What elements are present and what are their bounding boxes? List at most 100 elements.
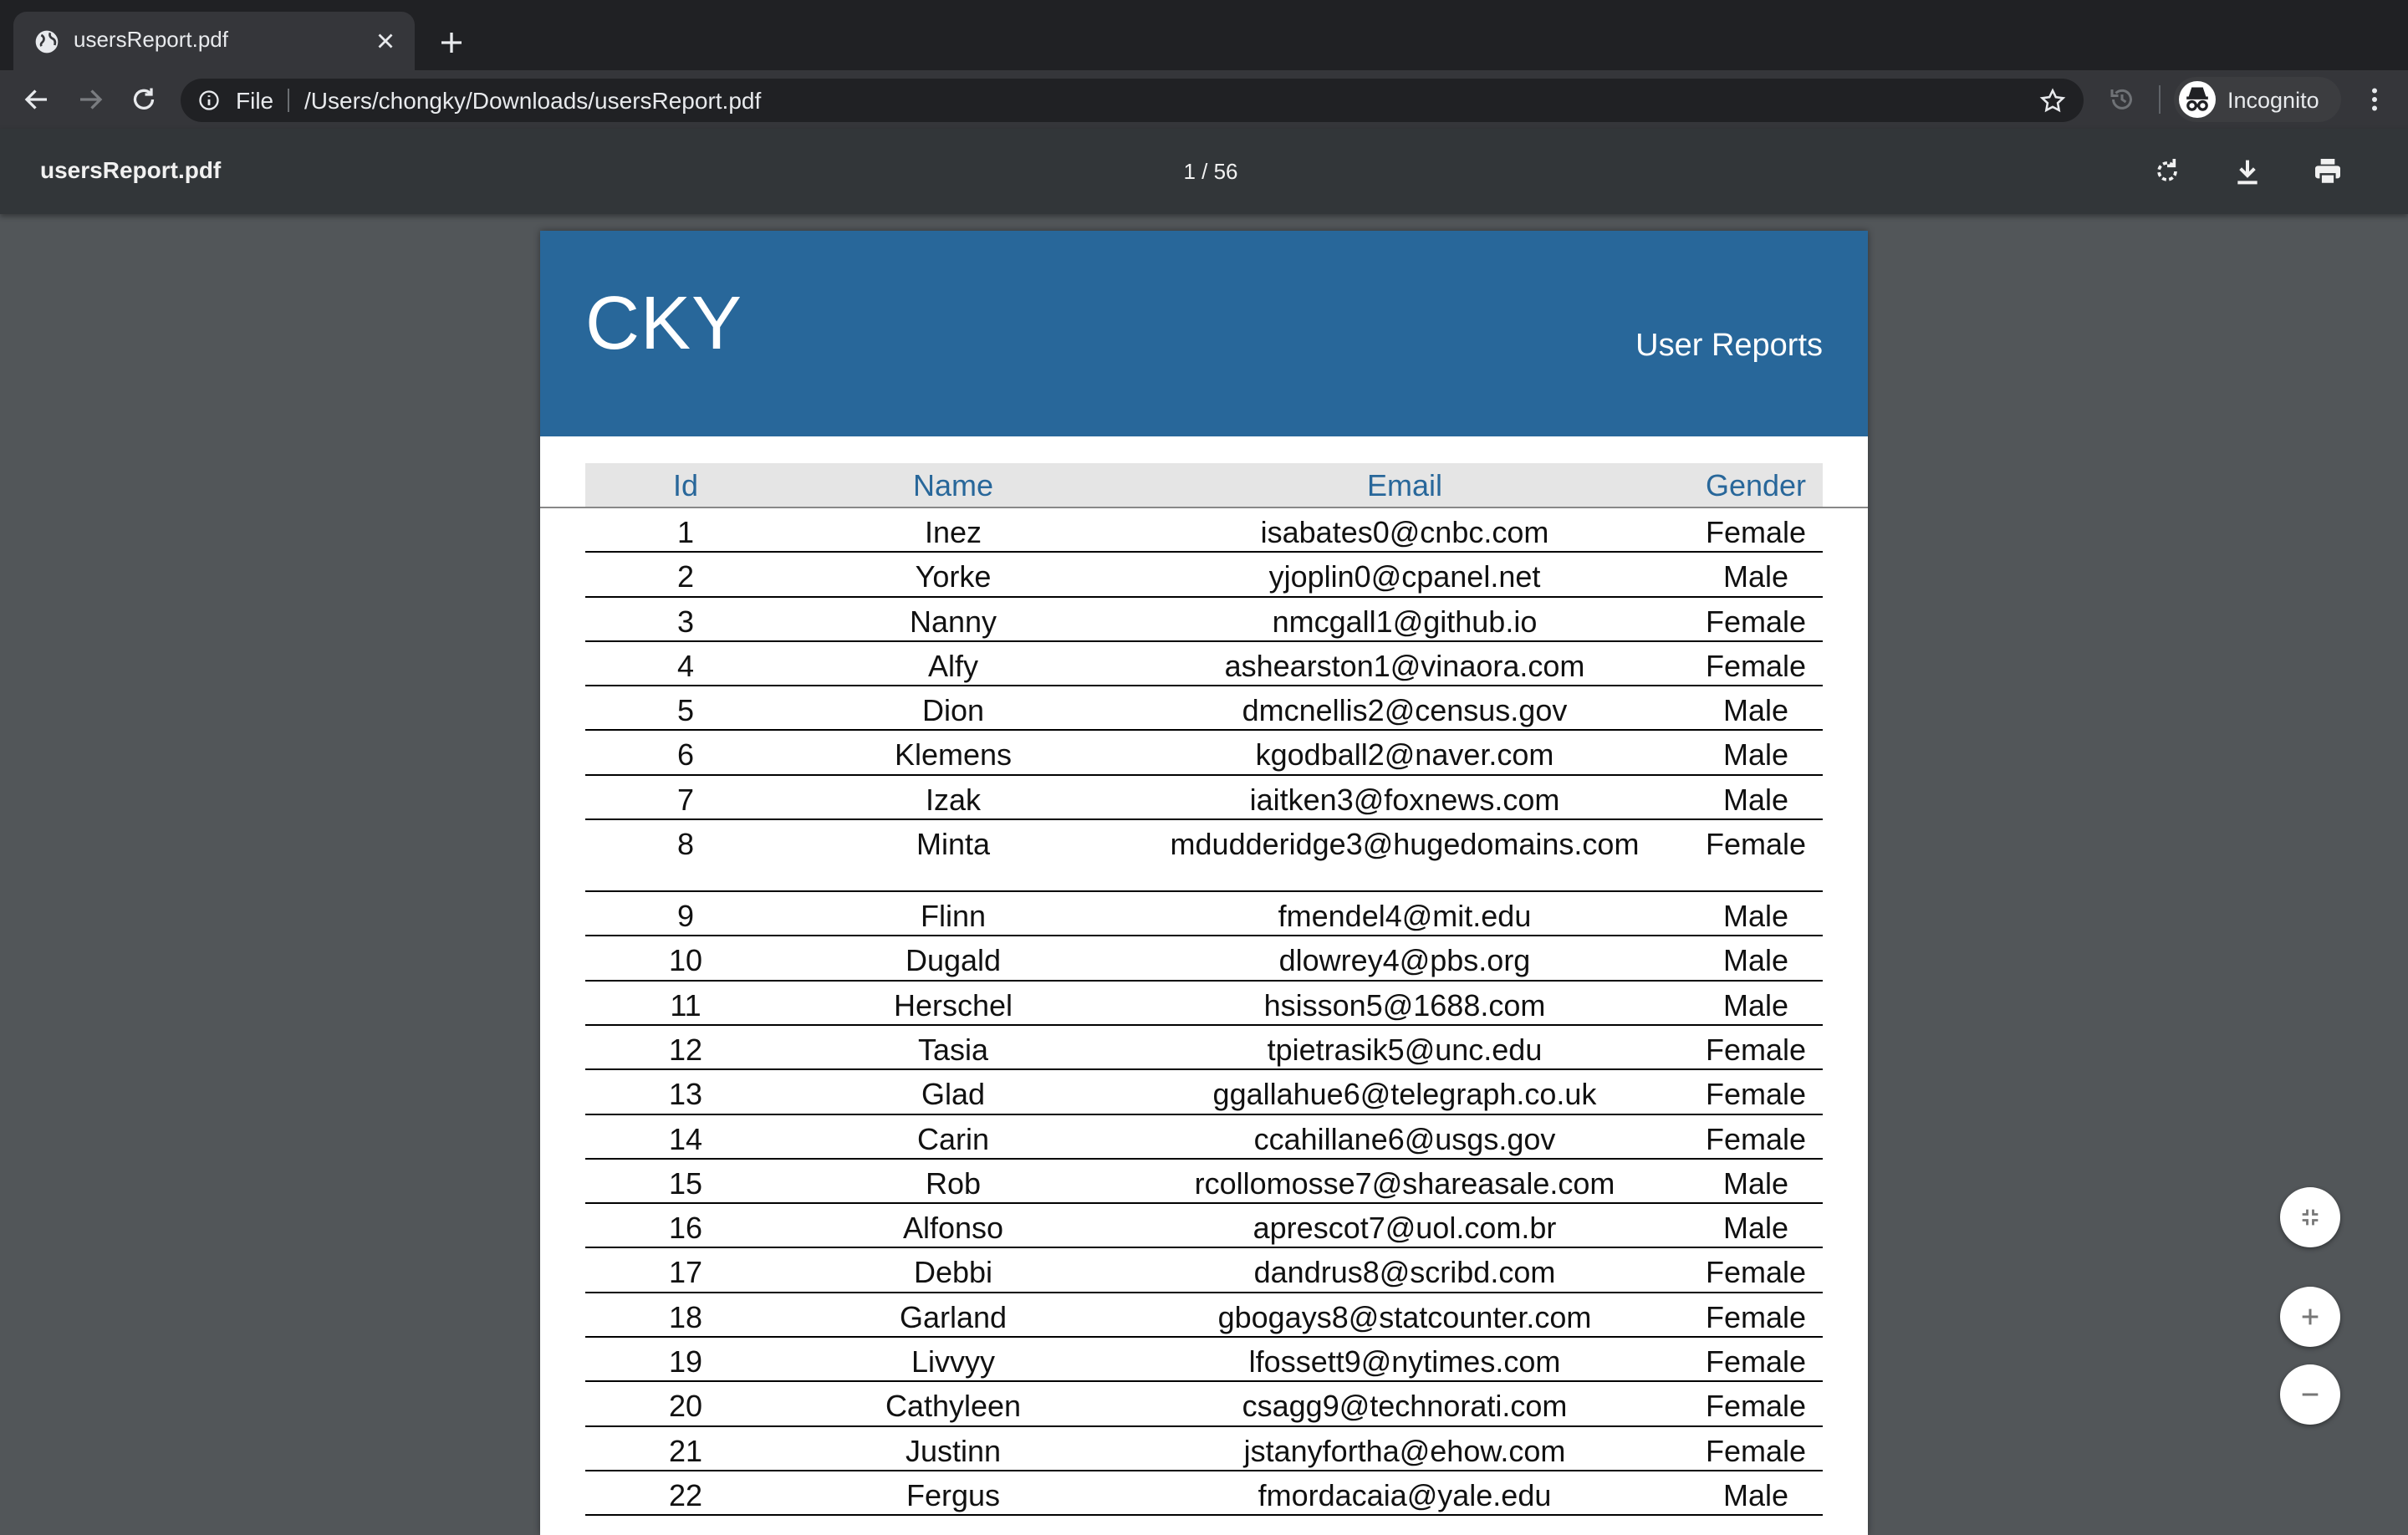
cell-name: Izak — [925, 782, 982, 817]
back-icon[interactable] — [22, 84, 52, 115]
cell-gender: Female — [1705, 1389, 1807, 1424]
cell-name: Alfonso — [902, 1211, 1004, 1246]
pdf-page: CKY User Reports Id Name Email Gender 1 I… — [540, 231, 1868, 1535]
table-row: 6 Klemens kgodball2@naver.com Male — [585, 731, 1823, 776]
cell-id: 15 — [668, 1165, 703, 1201]
browser-toolbar: File /Users/chongky/Downloads/usersRepor… — [0, 70, 2408, 129]
cell-id: 19 — [668, 1344, 703, 1379]
table-row: 5 Dion dmcnellis2@census.gov Male — [585, 686, 1823, 732]
download-icon[interactable] — [2231, 155, 2264, 188]
table-row: 7 Izak iaitken3@foxnews.com Male — [585, 776, 1823, 821]
table-row: 19 Livvyy lfossett9@nytimes.com Female — [585, 1338, 1823, 1383]
cell-gender: Female — [1705, 1077, 1807, 1112]
tab-usersreport[interactable]: usersReport.pdf — [13, 12, 415, 70]
table-row: 10 Dugald dlowrey4@pbs.org Male — [585, 936, 1823, 982]
cell-id: 5 — [676, 693, 695, 728]
brand-logo-text: CKY — [585, 282, 743, 365]
incognito-label: Incognito — [2227, 88, 2319, 113]
cell-name: Alfy — [927, 648, 978, 683]
cell-id: 9 — [676, 899, 695, 934]
report-title: User Reports — [1635, 328, 1823, 363]
zoom-out-button[interactable] — [2280, 1364, 2340, 1425]
table-row: 17 Debbi dandrus8@scribd.com Female — [585, 1248, 1823, 1293]
address-bar[interactable]: File /Users/chongky/Downloads/usersRepor… — [181, 79, 2084, 122]
table-row: 22 Fergus fmordacaia@yale.edu Male — [585, 1471, 1823, 1517]
table-header: Id Name Email Gender — [585, 463, 1823, 507]
fit-to-page-button[interactable] — [2280, 1187, 2340, 1247]
cell-gender: Female — [1705, 827, 1807, 862]
cell-name: Klemens — [894, 737, 1013, 773]
cell-name: Livvyy — [911, 1344, 996, 1379]
column-header-id: Id — [672, 468, 699, 502]
report-header: CKY User Reports — [540, 231, 1868, 436]
cell-gender: Male — [1722, 693, 1789, 728]
incognito-icon — [2186, 87, 2208, 111]
bookmark-star-icon[interactable] — [2038, 87, 2067, 115]
column-header-name: Name — [912, 468, 994, 502]
info-icon[interactable] — [197, 89, 221, 112]
table-row: 2 Yorke yjoplin0@cpanel.net Male — [585, 553, 1823, 598]
table-body: 1 Inez isabates0@cnbc.com Female 2 Yorke yjopl… — [585, 508, 1823, 1517]
globe-icon — [35, 30, 59, 54]
cell-gender: Male — [1722, 782, 1789, 817]
cell-id: 11 — [670, 987, 701, 1022]
reload-icon[interactable] — [129, 84, 159, 115]
cell-gender: Female — [1705, 1032, 1807, 1067]
cell-id: 14 — [668, 1121, 703, 1156]
table-row: 8 Minta mdudderidge3@hugedomains.com Female — [585, 820, 1823, 893]
cell-id: 18 — [668, 1299, 703, 1334]
cell-id: 3 — [676, 604, 695, 639]
fit-page-icon — [2302, 1209, 2319, 1226]
cell-id: 16 — [668, 1211, 703, 1246]
table-row: 1 Inez isabates0@cnbc.com Female — [585, 508, 1823, 553]
zoom-in-button[interactable] — [2280, 1287, 2340, 1347]
cell-gender: Male — [1722, 899, 1789, 934]
cell-name: Dion — [921, 693, 985, 728]
table-row: 16 Alfonso aprescot7@uol.com.br Male — [585, 1204, 1823, 1249]
forward-icon[interactable] — [75, 84, 105, 115]
table-row: 4 Alfy ashearston1@vinaora.com Female — [585, 642, 1823, 687]
cell-gender: Female — [1705, 604, 1807, 639]
cell-id: 1 — [676, 515, 695, 549]
url-text[interactable]: /Users/chongky/Downloads/usersReport.pdf — [304, 88, 761, 115]
cell-id: 12 — [668, 1032, 703, 1067]
rotate-icon[interactable] — [2150, 155, 2184, 188]
close-tab-icon[interactable] — [373, 28, 398, 54]
cell-gender: Male — [1722, 943, 1789, 978]
cell-id: 20 — [668, 1389, 703, 1424]
cell-gender: Female — [1705, 1121, 1807, 1156]
cell-gender: Female — [1705, 1255, 1807, 1290]
plus-icon — [2302, 1308, 2319, 1325]
cell-name: Justinn — [905, 1433, 1002, 1468]
cell-gender: Male — [1722, 559, 1789, 594]
cell-gender: Female — [1705, 1344, 1807, 1379]
cell-id: 7 — [676, 782, 695, 817]
page-indicator[interactable]: 1 / 56 — [1171, 159, 1251, 185]
tab-strip: usersReport.pdf — [0, 0, 2408, 70]
cell-name: Dugald — [905, 943, 1002, 978]
tab-title: usersReport.pdf — [74, 27, 228, 52]
cell-gender: Male — [1722, 1211, 1789, 1246]
cell-id: 6 — [676, 737, 695, 773]
scheme-label: File — [236, 88, 274, 114]
cell-id: 8 — [676, 827, 695, 862]
cell-name: Glad — [921, 1077, 986, 1112]
cell-name: Fergus — [906, 1477, 1001, 1512]
cell-name: Tasia — [917, 1032, 989, 1067]
new-tab-icon[interactable] — [436, 28, 467, 58]
cell-gender: Female — [1705, 1433, 1807, 1468]
cell-id: 4 — [676, 648, 695, 683]
pdf-document-title: usersReport.pdf — [40, 157, 222, 183]
column-header-gender: Gender — [1705, 468, 1807, 502]
print-icon[interactable] — [2311, 155, 2344, 188]
incognito-profile-button[interactable]: Incognito — [2174, 77, 2341, 122]
cell-gender: Male — [1722, 1477, 1789, 1512]
table-row: 14 Carin ccahillane6@usgs.gov Female — [585, 1115, 1823, 1160]
cell-name: Herschel — [893, 987, 1013, 1022]
table-row: 21 Justinn jstanyfortha@ehow.com Female — [585, 1427, 1823, 1471]
cell-id: 22 — [668, 1477, 703, 1512]
history-icon[interactable] — [2107, 84, 2137, 115]
cell-id: 10 — [668, 943, 703, 978]
cell-name: Debbi — [913, 1255, 993, 1290]
more-menu-icon[interactable] — [2360, 84, 2390, 115]
